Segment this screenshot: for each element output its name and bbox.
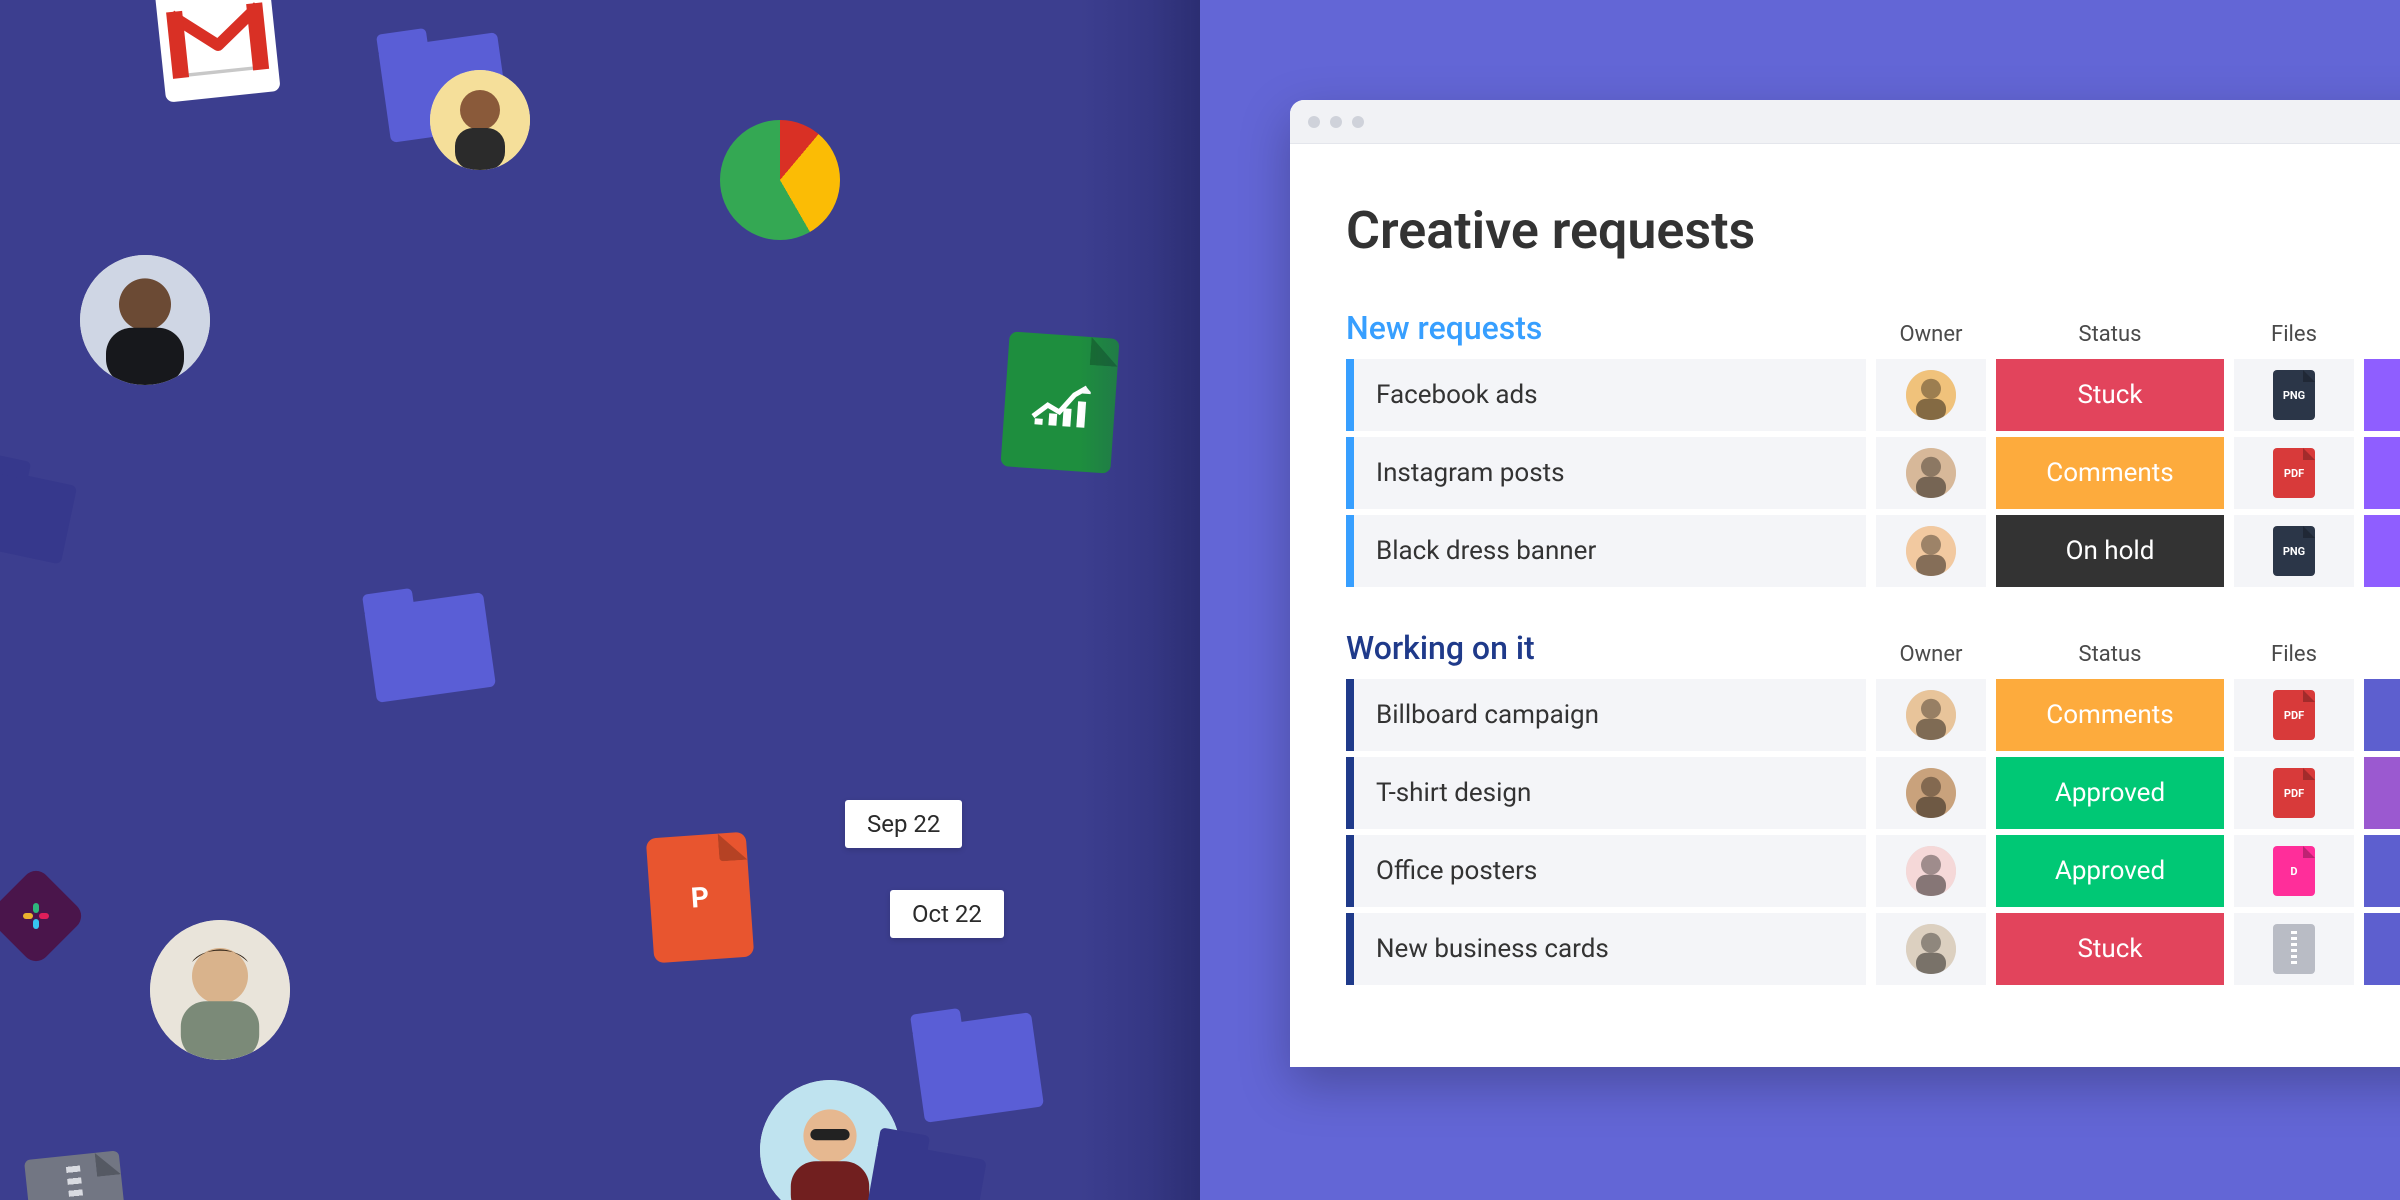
traffic-light-max[interactable] [1352,116,1364,128]
files-cell[interactable]: PDF [2234,757,2354,829]
window-titlebar [1290,100,2400,144]
trailing-color-cell[interactable] [2364,515,2400,587]
avatar [150,920,290,1060]
group-header: Working on it Owner Status Files [1346,629,2400,667]
avatar [1906,370,1956,420]
table-row[interactable]: New business cards Stuck [1346,913,2400,985]
column-header-status: Status [1996,642,2224,667]
date-chip: Sep 22 [845,800,962,848]
table-row[interactable]: Instagram posts Comments PDF [1346,437,2400,509]
status-cell[interactable]: Approved [1996,757,2224,829]
pie-chart-icon [720,120,840,240]
status-cell[interactable]: Comments [1996,679,2224,751]
column-header-files: Files [2234,322,2354,347]
trailing-color-cell[interactable] [2364,437,2400,509]
item-name-cell[interactable]: Billboard campaign [1346,679,1866,751]
item-name-cell[interactable]: Facebook ads [1346,359,1866,431]
file-icon: PDF [2273,448,2315,498]
trailing-color-cell[interactable] [2364,835,2400,907]
zip-file-icon [2273,924,2315,974]
item-name-cell[interactable]: T-shirt design [1346,757,1866,829]
trailing-color-cell[interactable] [2364,359,2400,431]
status-cell[interactable]: Stuck [1996,913,2224,985]
file-icon: PDF [2273,690,2315,740]
traffic-light-close[interactable] [1308,116,1320,128]
files-cell[interactable]: PNG [2234,515,2354,587]
owner-cell[interactable] [1876,757,1986,829]
group: Working on it Owner Status Files Billboard c… [1346,629,2400,985]
avatar [1906,526,1956,576]
trailing-color-cell[interactable] [2364,757,2400,829]
avatar [430,70,530,170]
traffic-light-min[interactable] [1330,116,1342,128]
folder-icon [0,465,77,564]
owner-cell[interactable] [1876,515,1986,587]
owner-cell[interactable] [1876,835,1986,907]
status-cell[interactable]: Comments [1996,437,2224,509]
file-label: P [690,880,710,914]
powerpoint-file-icon: P [646,832,754,964]
item-name-cell[interactable]: Black dress banner [1346,515,1866,587]
date-chip: Oct 22 [890,890,1004,938]
file-icon: PNG [2273,526,2315,576]
file-icon: PNG [2273,370,2315,420]
table-row[interactable]: Facebook ads Stuck PNG [1346,359,2400,431]
files-cell[interactable]: D [2234,835,2354,907]
avatar [1906,846,1956,896]
group-name[interactable]: New requests [1346,309,1866,347]
board-title: Creative requests [1346,200,2400,261]
column-header-owner: Owner [1876,642,1986,667]
group: New requests Owner Status Files Facebook ads… [1346,309,2400,587]
files-cell[interactable] [2234,913,2354,985]
spreadsheet-icon [1000,331,1119,473]
item-name-cell[interactable]: Instagram posts [1346,437,1866,509]
owner-cell[interactable] [1876,913,1986,985]
trailing-color-cell[interactable] [2364,913,2400,985]
zip-file-icon [24,1150,131,1200]
item-name-cell[interactable]: New business cards [1346,913,1866,985]
avatar [80,255,210,385]
owner-cell[interactable] [1876,359,1986,431]
collage-panel: P PDF W Sep 22 Oct 22 [0,0,1200,1200]
group-header: New requests Owner Status Files [1346,309,2400,347]
table-row[interactable]: Office posters Approved D [1346,835,2400,907]
file-icon: D [2273,846,2315,896]
table-row[interactable]: Black dress banner On hold PNG [1346,515,2400,587]
group-name[interactable]: Working on it [1346,629,1866,667]
table-row[interactable]: Billboard campaign Comments PDF [1346,679,2400,751]
status-cell[interactable]: On hold [1996,515,2224,587]
avatar [1906,768,1956,818]
folder-icon [364,592,496,703]
files-cell[interactable]: PDF [2234,679,2354,751]
board-window: Creative requests New requests Owner Statu… [1290,100,2400,1067]
status-cell[interactable]: Approved [1996,835,2224,907]
column-header-files: Files [2234,642,2354,667]
item-name-cell[interactable]: Office posters [1346,835,1866,907]
avatar [1906,690,1956,740]
folder-icon [863,1141,987,1200]
column-header-status: Status [1996,322,2224,347]
folder-icon [912,1012,1044,1123]
avatar [1906,924,1956,974]
files-cell[interactable]: PDF [2234,437,2354,509]
right-panel: Creative requests New requests Owner Statu… [1200,0,2400,1200]
table-row[interactable]: T-shirt design Approved PDF [1346,757,2400,829]
trailing-color-cell[interactable] [2364,679,2400,751]
owner-cell[interactable] [1876,437,1986,509]
gmail-icon [154,0,280,103]
column-header-owner: Owner [1876,322,1986,347]
files-cell[interactable]: PNG [2234,359,2354,431]
slack-icon [0,865,87,967]
owner-cell[interactable] [1876,679,1986,751]
status-cell[interactable]: Stuck [1996,359,2224,431]
avatar [1906,448,1956,498]
file-icon: PDF [2273,768,2315,818]
